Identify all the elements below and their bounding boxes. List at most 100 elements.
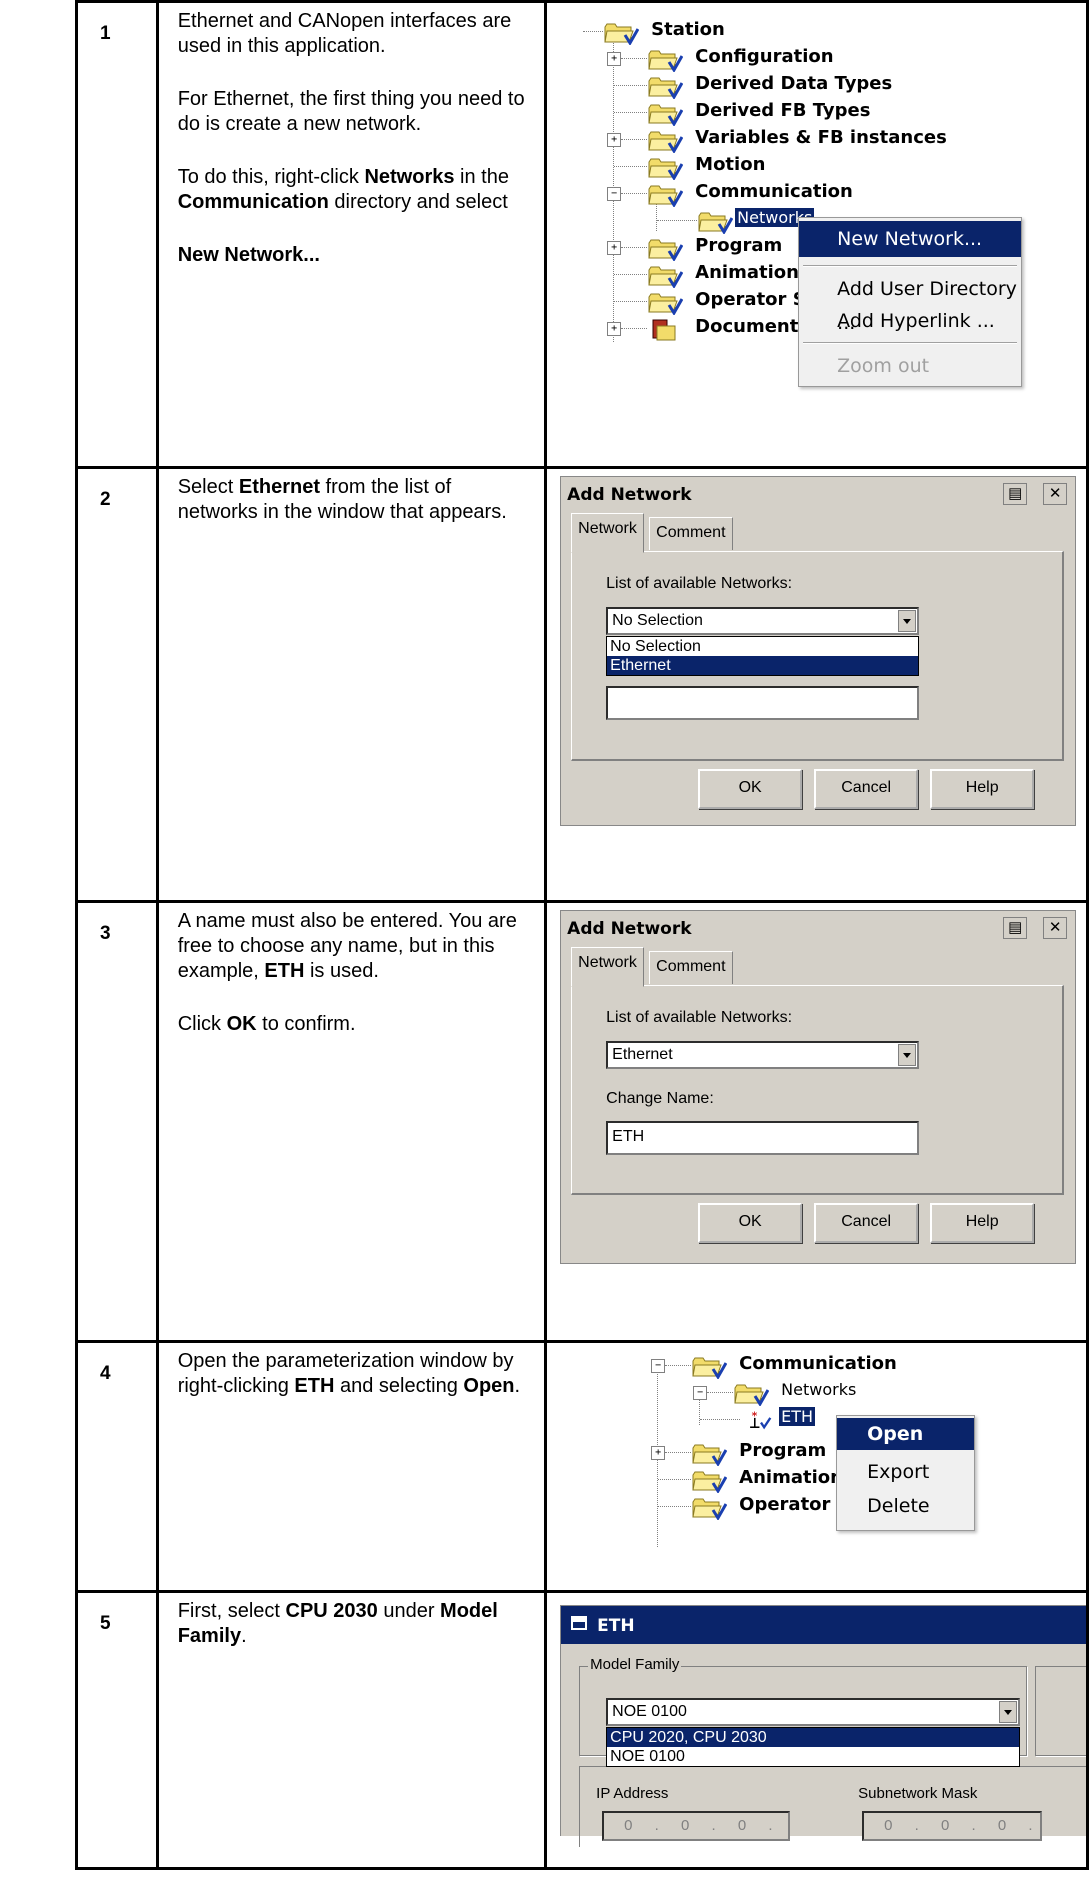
screenshot-eth-context-menu: − Communication − Networks * ETH + Progr… xyxy=(547,1343,1086,1590)
step-row-3: 3 A name must also be entered. You are f… xyxy=(75,900,1089,1344)
cancel-button[interactable]: Cancel xyxy=(814,769,919,810)
option-cpu-2020-2030[interactable]: CPU 2020, CPU 2030 xyxy=(607,1727,1020,1747)
menu-item-export[interactable]: Export xyxy=(837,1456,974,1488)
cancel-button[interactable]: Cancel xyxy=(814,1203,919,1244)
list-label: List of available Networks: xyxy=(606,575,793,593)
option-noe-0100[interactable]: NOE 0100 xyxy=(607,1747,1019,1766)
network-select[interactable]: No Selection xyxy=(606,607,920,636)
desc-paragraph: New Network... xyxy=(178,243,536,268)
chevron-down-icon[interactable] xyxy=(999,1700,1018,1723)
step-row-5: 5 First, select CPU 2030 under Model Fam… xyxy=(75,1589,1089,1871)
desc-text: Click xyxy=(177,1013,227,1036)
folder-icon xyxy=(691,1442,727,1466)
step-row-1: 1 Ethernet and CANopen interfaces are us… xyxy=(75,0,1089,470)
print-icon[interactable]: ▤ xyxy=(1003,917,1028,940)
desc-text: in the xyxy=(454,166,509,188)
tab-network[interactable]: Network xyxy=(571,513,644,554)
folder-icon xyxy=(733,1382,769,1406)
option-ethernet[interactable]: Ethernet xyxy=(607,656,919,676)
desc-text: directory and select xyxy=(328,191,508,213)
add-network-dialog: Add Network ▤ ✕ Network Comment List of … xyxy=(560,910,1077,1265)
window-titlebar: ETH xyxy=(561,1605,1086,1644)
documentation-icon xyxy=(652,319,676,341)
screenshot-add-network-dialog: Add Network ▤ ✕ Network Comment List of … xyxy=(547,469,1086,900)
tab-comment[interactable]: Comment xyxy=(649,951,733,985)
list-label: List of available Networks: xyxy=(606,1009,793,1027)
desc-paragraph: For Ethernet, the first thing you need t… xyxy=(177,88,525,135)
menu-item-add-user-directory[interactable]: Add User Directory ... xyxy=(799,272,1021,334)
name-input[interactable] xyxy=(606,686,920,721)
tab-panel: List of available Networks: No Selection… xyxy=(571,551,1065,762)
folder-icon xyxy=(697,210,733,234)
folder-icon xyxy=(647,183,683,207)
mask-label: Subnetwork Mask xyxy=(858,1784,978,1802)
folder-icon xyxy=(691,1355,727,1379)
desc-bold: ETH xyxy=(294,1375,335,1398)
network-dropdown-list: No Selection Ethernet xyxy=(606,636,920,677)
folder-icon xyxy=(647,264,683,288)
network-icon xyxy=(571,1615,588,1630)
expand-icon[interactable]: + xyxy=(607,322,622,336)
step-number: 5 xyxy=(100,1612,111,1634)
desc-bold: CPU 2030 xyxy=(285,1599,378,1622)
expand-icon[interactable]: + xyxy=(607,241,622,255)
address-group: IP Address 0 . 0 . 0 . 0 Subnetwork Mask… xyxy=(579,1765,1086,1847)
instruction-table: 1 Ethernet and CANopen interfaces are us… xyxy=(75,0,1089,1871)
desc-bold: OK xyxy=(226,1013,257,1036)
print-icon[interactable]: ▤ xyxy=(1003,483,1028,506)
step-number: 1 xyxy=(100,23,111,44)
folder-icon xyxy=(647,75,683,99)
ok-button[interactable]: OK xyxy=(698,1203,803,1244)
dialog-title: Add Network xyxy=(567,919,692,940)
screenshot-add-network-dialog-named: Add Network ▤ ✕ Network Comment List of … xyxy=(547,903,1086,1340)
help-button[interactable]: Help xyxy=(930,1203,1035,1244)
close-icon[interactable]: ✕ xyxy=(1043,917,1068,940)
help-button[interactable]: Help xyxy=(930,769,1035,810)
close-icon[interactable]: ✕ xyxy=(1043,483,1068,506)
expand-icon[interactable]: + xyxy=(651,1446,666,1461)
folder-icon xyxy=(647,129,683,153)
collapse-icon[interactable]: − xyxy=(693,1386,708,1401)
desc-text: and selecting xyxy=(334,1375,464,1398)
folder-icon xyxy=(691,1496,727,1520)
step-number: 4 xyxy=(100,1363,111,1385)
desc-paragraph: Click OK to confirm. xyxy=(178,1012,536,1037)
dialog-title: Add Network xyxy=(567,485,692,506)
folder-icon xyxy=(647,156,683,180)
folder-icon xyxy=(647,48,683,72)
desc-bold: ETH xyxy=(264,960,305,983)
desc-bold: Open xyxy=(463,1375,515,1398)
desc-text: First, select xyxy=(177,1599,286,1622)
desc-text: To do this, right-click xyxy=(177,166,365,188)
group-label: Model Family xyxy=(588,1655,682,1673)
subnet-mask-input[interactable]: 0 . 0 . 0 . xyxy=(862,1810,1043,1841)
option-no-selection[interactable]: No Selection xyxy=(607,637,918,656)
menu-item-open[interactable]: Open xyxy=(837,1418,975,1451)
chevron-down-icon[interactable] xyxy=(898,1044,917,1067)
desc-bold: Networks xyxy=(364,166,455,188)
menu-item-add-hyperlink[interactable]: Add Hyperlink ... xyxy=(799,304,1021,338)
tab-comment[interactable]: Comment xyxy=(649,517,733,551)
collapse-icon[interactable]: − xyxy=(651,1359,666,1374)
menu-item-new-network[interactable]: New Network... xyxy=(799,221,1022,257)
side-group xyxy=(1035,1665,1086,1756)
context-menu: New Network... Add User Directory ... Ad… xyxy=(798,217,1023,387)
menu-item-delete[interactable]: Delete xyxy=(837,1490,974,1522)
ip-label: IP Address xyxy=(596,1784,669,1802)
expand-icon[interactable]: + xyxy=(607,133,622,147)
expand-icon[interactable]: + xyxy=(607,52,622,66)
step-description: Ethernet and CANopen interfaces are used… xyxy=(159,3,544,268)
step-description: First, select CPU 2030 under Model Famil… xyxy=(159,1593,544,1649)
collapse-icon[interactable]: − xyxy=(607,187,622,201)
add-network-dialog: Add Network ▤ ✕ Network Comment List of … xyxy=(560,476,1077,827)
ip-address-input[interactable]: 0 . 0 . 0 . 0 xyxy=(602,1810,791,1841)
desc-text: under xyxy=(377,1599,441,1622)
folder-icon xyxy=(691,1469,727,1493)
desc-text: to confirm. xyxy=(256,1013,356,1036)
network-select[interactable]: Ethernet xyxy=(606,1041,920,1070)
tab-network[interactable]: Network xyxy=(571,947,644,988)
chevron-down-icon[interactable] xyxy=(898,610,917,633)
model-family-select[interactable]: NOE 0100 xyxy=(606,1697,1021,1726)
name-input[interactable]: ETH xyxy=(606,1121,920,1156)
ok-button[interactable]: OK xyxy=(698,769,803,810)
